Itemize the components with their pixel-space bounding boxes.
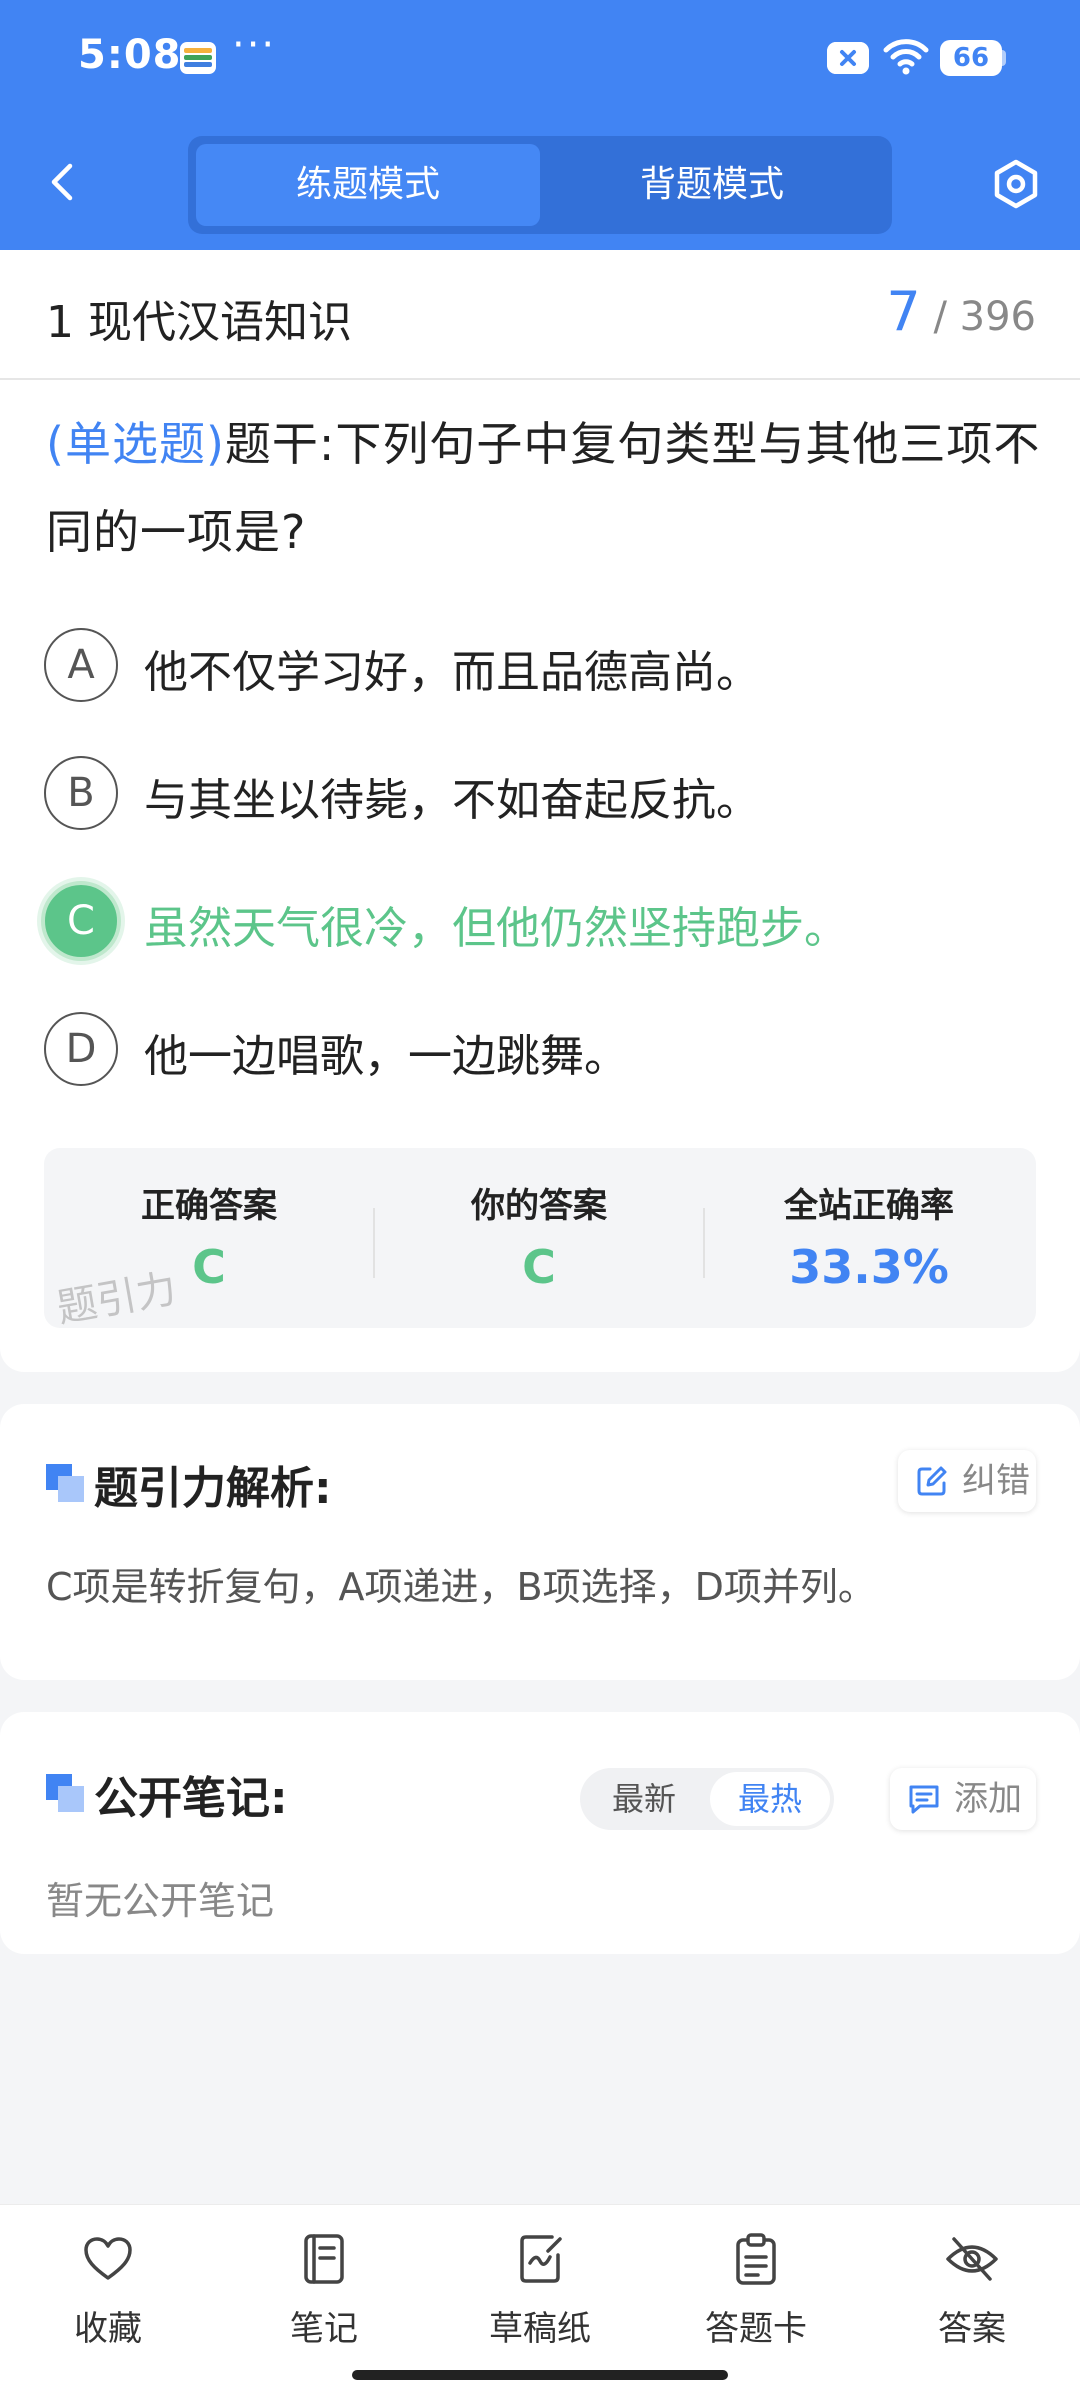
public-notes-card: 公开笔记: 最新 最热 添加 暂无公开笔记	[0, 1712, 1080, 1954]
edit-icon	[917, 1466, 947, 1496]
status-bar: 5:08 ··· 66	[0, 0, 1080, 118]
analysis-text: C项是转折复句，A项递进，B项选择，D项并列。	[46, 1565, 876, 1609]
nav-answer[interactable]: 答案	[864, 2231, 1080, 2371]
comment-icon	[909, 1785, 939, 1814]
nav-label: 收藏	[74, 2309, 142, 2349]
stat-label: 你的答案	[471, 1186, 607, 1226]
option-c[interactable]: C 虽然天气很冷，但他仍然坚持跑步。	[41, 881, 1044, 961]
more-notifications-icon: ···	[232, 22, 277, 68]
nav-scratchpad[interactable]: 草稿纸	[432, 2231, 648, 2371]
tab-memorize-mode[interactable]: 背题模式	[540, 144, 884, 226]
divider	[0, 378, 1080, 380]
back-icon[interactable]	[42, 160, 86, 204]
current-question-number: 7	[886, 280, 921, 343]
option-letter: D	[44, 1012, 118, 1086]
nav-favorite[interactable]: 收藏	[0, 2231, 216, 2371]
option-letter: A	[44, 628, 118, 702]
nav-notes[interactable]: 笔记	[216, 2231, 432, 2371]
option-letter: C	[41, 881, 121, 961]
option-text: 虽然天气很冷，但他仍然坚持跑步。	[144, 903, 848, 954]
tab-practice-mode[interactable]: 练题模式	[196, 144, 540, 226]
report-error-label: 纠错	[962, 1461, 1030, 1501]
option-b[interactable]: B 与其坐以待毙，不如奋起反抗。	[44, 756, 1044, 832]
nav-label: 笔记	[290, 2309, 358, 2349]
close-badge-icon	[827, 42, 869, 74]
option-d[interactable]: D 他一边唱歌，一边跳舞。	[44, 1012, 1044, 1088]
chapter-title: 1 现代汉语知识	[46, 297, 352, 348]
analysis-title: 题引力解析:	[94, 1463, 332, 1514]
stat-label: 全站正确率	[784, 1186, 954, 1226]
notebook-icon	[304, 2234, 344, 2284]
eye-off-icon	[946, 2237, 998, 2281]
stat-value: 33.3%	[789, 1240, 949, 1294]
stat-value: C	[522, 1240, 556, 1294]
nav-label: 答题卡	[705, 2309, 807, 2349]
battery-indicator: 66	[940, 40, 1002, 76]
option-a[interactable]: A 他不仅学习好，而且品德高尚。	[44, 628, 1044, 704]
sort-latest[interactable]: 最新	[584, 1772, 704, 1826]
screen: 5:08 ··· 66 练题模式 背题模式 1 现代汉语知识 7 / 396 (…	[0, 0, 1080, 2400]
answer-stats: 正确答案 C 你的答案 C 全站正确率 33.3% 题引力	[44, 1148, 1036, 1328]
option-letter: B	[44, 756, 118, 830]
section-marker-icon	[46, 1774, 84, 1812]
question-type: (单选题)	[46, 417, 225, 471]
total-questions: / 396	[933, 294, 1036, 340]
sort-hottest[interactable]: 最热	[710, 1772, 830, 1826]
battery-tip	[1000, 50, 1006, 66]
add-note-button[interactable]: 添加	[890, 1768, 1036, 1830]
section-marker-icon	[46, 1464, 84, 1502]
report-error-button[interactable]: 纠错	[898, 1450, 1036, 1512]
wallet-icon	[180, 42, 216, 74]
home-indicator[interactable]	[352, 2370, 728, 2380]
question-progress: 7 / 396	[886, 280, 1036, 343]
notes-empty-text: 暂无公开笔记	[46, 1879, 275, 1923]
option-text: 他一边唱歌，一边跳舞。	[144, 1031, 628, 1082]
question-card: 1 现代汉语知识 7 / 396 (单选题)题干:下列句子中复句类型与其他三项不…	[0, 250, 1080, 1372]
nav-label: 草稿纸	[489, 2309, 591, 2349]
notes-title: 公开笔记:	[94, 1773, 288, 1824]
app-header: 5:08 ··· 66 练题模式 背题模式	[0, 0, 1080, 250]
add-note-label: 添加	[954, 1779, 1022, 1819]
notes-sort-toggle: 最新 最热	[580, 1768, 834, 1830]
option-text: 他不仅学习好，而且品德高尚。	[144, 647, 760, 698]
analysis-card: 题引力解析: 纠错 C项是转折复句，A项递进，B项选择，D项并列。	[0, 1404, 1080, 1680]
settings-icon[interactable]	[988, 156, 1044, 212]
draft-paper-icon	[520, 2235, 562, 2283]
status-time: 5:08	[78, 32, 182, 78]
nav-answer-sheet[interactable]: 答题卡	[648, 2231, 864, 2371]
nav-label: 答案	[938, 2309, 1006, 2349]
option-text: 与其坐以待毙，不如奋起反抗。	[144, 775, 760, 826]
stat-label: 正确答案	[141, 1186, 277, 1226]
heart-icon	[84, 2237, 132, 2280]
mode-switch: 练题模式 背题模式	[188, 136, 892, 234]
clipboard-icon	[736, 2233, 776, 2285]
wifi-icon	[883, 39, 929, 75]
stat-your-answer: 你的答案 C	[374, 1148, 704, 1328]
question-stem: (单选题)题干:下列句子中复句类型与其他三项不同的一项是?	[46, 400, 1046, 576]
stat-site-accuracy: 全站正确率 33.3%	[704, 1148, 1034, 1328]
